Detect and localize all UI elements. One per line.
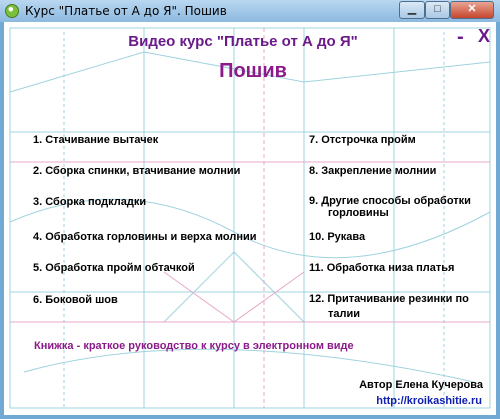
section-title-text: Пошив bbox=[219, 60, 287, 82]
lesson-link-3[interactable]: 3. Сборка подкладки bbox=[33, 196, 146, 209]
app-close-button[interactable]: X bbox=[478, 26, 490, 47]
lesson-link-8[interactable]: 8. Закрепление молнии bbox=[309, 165, 436, 178]
section-title: Пошив bbox=[4, 60, 496, 83]
window-title: Курс "Платье от А до Я". Пошив bbox=[25, 4, 227, 18]
lesson-link-1[interactable]: 1. Стачивание вытачек bbox=[33, 134, 158, 147]
lesson-link-10[interactable]: 10. Рукава bbox=[309, 231, 365, 244]
course-header-title: Видео курс "Платье от А до Я" bbox=[4, 33, 496, 50]
lesson-link-9-cont[interactable]: горловины bbox=[328, 207, 389, 220]
window-close-button[interactable]: ✕ bbox=[450, 1, 494, 19]
lesson-link-7[interactable]: 7. Отстрочка пройм bbox=[309, 134, 416, 147]
app-minimize-button[interactable]: - bbox=[457, 26, 464, 49]
lesson-link-5[interactable]: 5. Обработка пройм обтачкой bbox=[33, 262, 195, 275]
window-maximize-button[interactable]: □ bbox=[425, 1, 450, 19]
window-minimize-button[interactable]: ▁ bbox=[399, 1, 425, 19]
app-window: Курс "Платье от А до Я". Пошив ▁ □ ✕ Вид… bbox=[0, 0, 500, 419]
lesson-link-2[interactable]: 2. Сборка спинки, втачивание молнии bbox=[33, 165, 240, 178]
lesson-link-6[interactable]: 6. Боковой шов bbox=[33, 294, 118, 307]
author-label: Автор Елена Кучерова bbox=[359, 379, 483, 391]
website-link[interactable]: http://kroikashitie.ru bbox=[376, 395, 482, 407]
lesson-link-12-cont[interactable]: талии bbox=[328, 308, 360, 321]
app-icon bbox=[5, 4, 19, 18]
lesson-link-12[interactable]: 12. Притачивание резинки по bbox=[309, 293, 469, 306]
lesson-link-4[interactable]: 4. Обработка горловины и верха молнии bbox=[33, 231, 257, 244]
course-menu-panel: Видео курс "Платье от А до Я" Пошив - X … bbox=[4, 22, 496, 415]
lesson-link-11[interactable]: 11. Обработка низа платья bbox=[309, 262, 454, 275]
ebook-link[interactable]: Книжка - краткое руководство к курсу в э… bbox=[34, 340, 354, 352]
title-bar[interactable]: Курс "Платье от А до Я". Пошив ▁ □ ✕ bbox=[0, 0, 500, 22]
course-header-title-text: Видео курс "Платье от А до Я" bbox=[128, 33, 358, 50]
